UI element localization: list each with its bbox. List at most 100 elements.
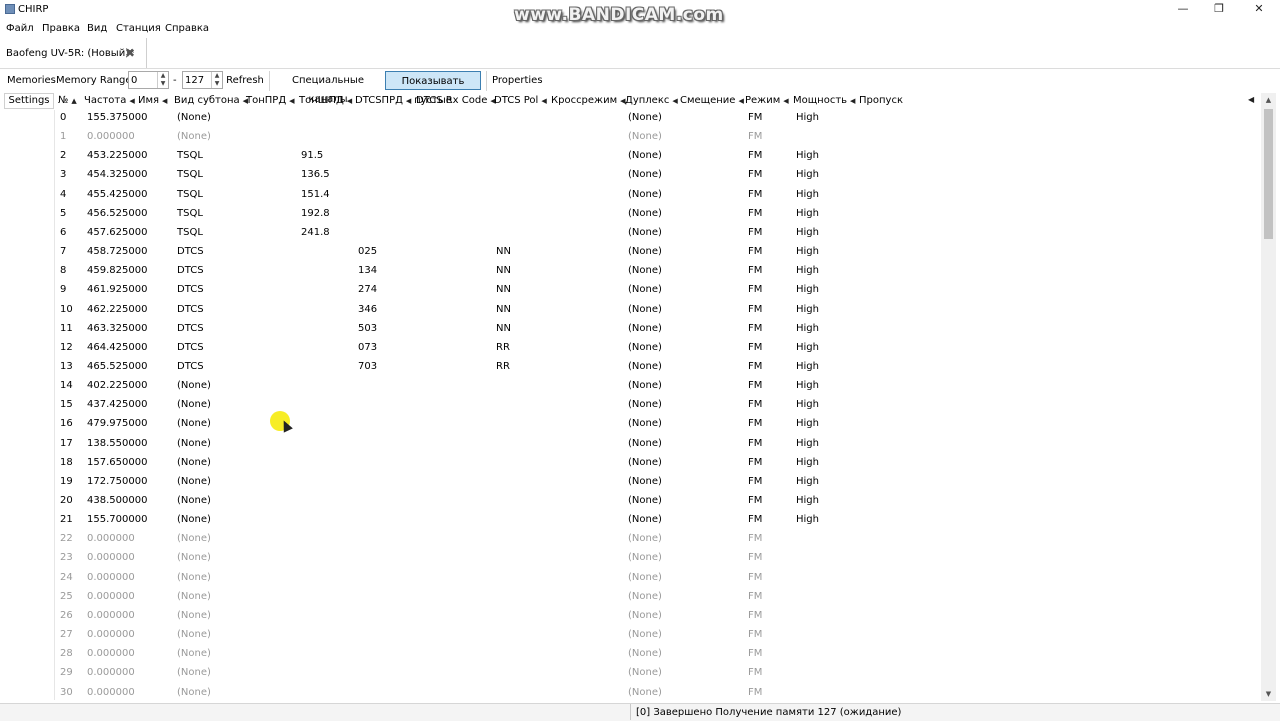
close-button[interactable]: ✕ bbox=[1240, 0, 1278, 20]
cell-power[interactable]: High bbox=[796, 323, 819, 334]
spin-arrows-icon[interactable]: ▲ ▼ bbox=[157, 72, 168, 88]
cell-number[interactable]: 25 bbox=[60, 591, 73, 602]
cell-dtcs-polarity[interactable]: NN bbox=[496, 304, 511, 315]
cell-dtcs-code[interactable]: 073 bbox=[358, 342, 377, 353]
menu-help[interactable]: Справка bbox=[165, 23, 209, 34]
cell-tone-mode[interactable]: TSQL bbox=[177, 208, 203, 219]
table-row[interactable]: 9 461.925000 DTCS 274 NN (None) FM High bbox=[55, 280, 1261, 299]
cell-duplex[interactable]: (None) bbox=[628, 514, 662, 525]
cell-duplex[interactable]: (None) bbox=[628, 189, 662, 200]
cell-frequency[interactable]: 172.750000 bbox=[87, 476, 147, 487]
cell-mode[interactable]: FM bbox=[748, 667, 762, 678]
table-row[interactable]: 15 437.425000 (None) (None) FM High bbox=[55, 395, 1261, 414]
cell-number[interactable]: 26 bbox=[60, 610, 73, 621]
cell-tone-mode[interactable]: (None) bbox=[177, 667, 211, 678]
cell-frequency[interactable]: 453.225000 bbox=[87, 150, 147, 161]
table-row[interactable]: 8 459.825000 DTCS 134 NN (None) FM High bbox=[55, 261, 1261, 280]
cell-duplex[interactable]: (None) bbox=[628, 495, 662, 506]
cell-frequency[interactable]: 0.000000 bbox=[87, 648, 135, 659]
cell-duplex[interactable]: (None) bbox=[628, 150, 662, 161]
cell-number[interactable]: 2 bbox=[60, 150, 66, 161]
cell-power[interactable]: High bbox=[796, 361, 819, 372]
cell-frequency[interactable]: 138.550000 bbox=[87, 438, 147, 449]
menu-view[interactable]: Вид bbox=[87, 23, 107, 34]
cell-mode[interactable]: FM bbox=[748, 687, 762, 698]
cell-duplex[interactable]: (None) bbox=[628, 284, 662, 295]
table-row[interactable]: 22 0.000000 (None) (None) FM bbox=[55, 529, 1261, 548]
column-header[interactable]: Мощность ◀ bbox=[793, 95, 855, 106]
cell-rtone[interactable]: 241.8 bbox=[301, 227, 330, 238]
cell-number[interactable]: 3 bbox=[60, 169, 66, 180]
column-header[interactable]: Пропуск bbox=[859, 95, 903, 106]
cell-tone-mode[interactable]: (None) bbox=[177, 457, 211, 468]
column-header[interactable]: Кроссрежим ◀ bbox=[551, 95, 626, 106]
cell-number[interactable]: 15 bbox=[60, 399, 73, 410]
table-row[interactable]: 20 438.500000 (None) (None) FM High bbox=[55, 491, 1261, 510]
cell-frequency[interactable]: 465.525000 bbox=[87, 361, 147, 372]
cell-tone-mode[interactable]: (None) bbox=[177, 533, 211, 544]
cell-dtcs-code[interactable]: 025 bbox=[358, 246, 377, 257]
cell-mode[interactable]: FM bbox=[748, 514, 762, 525]
cell-power[interactable]: High bbox=[796, 150, 819, 161]
cell-tone-mode[interactable]: (None) bbox=[177, 514, 211, 525]
cell-dtcs-polarity[interactable]: RR bbox=[496, 361, 510, 372]
cell-duplex[interactable]: (None) bbox=[628, 265, 662, 276]
cell-mode[interactable]: FM bbox=[748, 189, 762, 200]
column-header[interactable]: DTCSПРД ◀ bbox=[355, 95, 411, 106]
cell-rtone[interactable]: 136.5 bbox=[301, 169, 330, 180]
table-row[interactable]: 28 0.000000 (None) (None) FM bbox=[55, 644, 1261, 663]
range-to-spinbox[interactable]: 127 ▲ ▼ bbox=[182, 71, 223, 89]
cell-power[interactable]: High bbox=[796, 208, 819, 219]
cell-number[interactable]: 29 bbox=[60, 667, 73, 678]
properties-button[interactable]: Properties bbox=[492, 71, 543, 90]
cell-frequency[interactable]: 459.825000 bbox=[87, 265, 147, 276]
table-row[interactable]: 26 0.000000 (None) (None) FM bbox=[55, 606, 1261, 625]
column-header[interactable]: Дуплекс ◀ bbox=[625, 95, 678, 106]
cell-mode[interactable]: FM bbox=[748, 380, 762, 391]
cell-mode[interactable]: FM bbox=[748, 284, 762, 295]
table-row[interactable]: 21 155.700000 (None) (None) FM High bbox=[55, 510, 1261, 529]
cell-frequency[interactable]: 0.000000 bbox=[87, 533, 135, 544]
cell-tone-mode[interactable]: DTCS bbox=[177, 304, 204, 315]
column-header[interactable]: DTCS Pol ◀ bbox=[494, 95, 547, 106]
cell-number[interactable]: 18 bbox=[60, 457, 73, 468]
cell-number[interactable]: 10 bbox=[60, 304, 73, 315]
cell-tone-mode[interactable]: TSQL bbox=[177, 169, 203, 180]
cell-number[interactable]: 12 bbox=[60, 342, 73, 353]
cell-tone-mode[interactable]: TSQL bbox=[177, 150, 203, 161]
cell-dtcs-polarity[interactable]: NN bbox=[496, 284, 511, 295]
cell-tone-mode[interactable]: (None) bbox=[177, 112, 211, 123]
cell-frequency[interactable]: 402.225000 bbox=[87, 380, 147, 391]
cell-mode[interactable]: FM bbox=[748, 227, 762, 238]
cell-duplex[interactable]: (None) bbox=[628, 572, 662, 583]
table-row[interactable]: 5 456.525000 TSQL 192.8 (None) FM High bbox=[55, 204, 1261, 223]
cell-mode[interactable]: FM bbox=[748, 169, 762, 180]
column-header[interactable]: DTCS Rx Code ◀ bbox=[416, 95, 496, 106]
cell-mode[interactable]: FM bbox=[748, 265, 762, 276]
cell-duplex[interactable]: (None) bbox=[628, 591, 662, 602]
cell-tone-mode[interactable]: (None) bbox=[177, 591, 211, 602]
cell-mode[interactable]: FM bbox=[748, 342, 762, 353]
cell-number[interactable]: 17 bbox=[60, 438, 73, 449]
cell-frequency[interactable]: 457.625000 bbox=[87, 227, 147, 238]
cell-duplex[interactable]: (None) bbox=[628, 552, 662, 563]
cell-number[interactable]: 23 bbox=[60, 552, 73, 563]
cell-tone-mode[interactable]: DTCS bbox=[177, 265, 204, 276]
cell-frequency[interactable]: 155.375000 bbox=[87, 112, 147, 123]
cell-frequency[interactable]: 0.000000 bbox=[87, 687, 135, 698]
cell-dtcs-polarity[interactable]: NN bbox=[496, 323, 511, 334]
cell-frequency[interactable]: 464.425000 bbox=[87, 342, 147, 353]
cell-mode[interactable]: FM bbox=[748, 610, 762, 621]
cell-power[interactable]: High bbox=[796, 418, 819, 429]
cell-mode[interactable]: FM bbox=[748, 495, 762, 506]
cell-frequency[interactable]: 0.000000 bbox=[87, 629, 135, 640]
cell-power[interactable]: High bbox=[796, 189, 819, 200]
cell-number[interactable]: 14 bbox=[60, 380, 73, 391]
cell-tone-mode[interactable]: (None) bbox=[177, 610, 211, 621]
cell-mode[interactable]: FM bbox=[748, 476, 762, 487]
cell-duplex[interactable]: (None) bbox=[628, 304, 662, 315]
table-row[interactable]: 14 402.225000 (None) (None) FM High bbox=[55, 376, 1261, 395]
table-row[interactable]: 3 454.325000 TSQL 136.5 (None) FM High bbox=[55, 165, 1261, 184]
cell-dtcs-code[interactable]: 503 bbox=[358, 323, 377, 334]
cell-duplex[interactable]: (None) bbox=[628, 438, 662, 449]
